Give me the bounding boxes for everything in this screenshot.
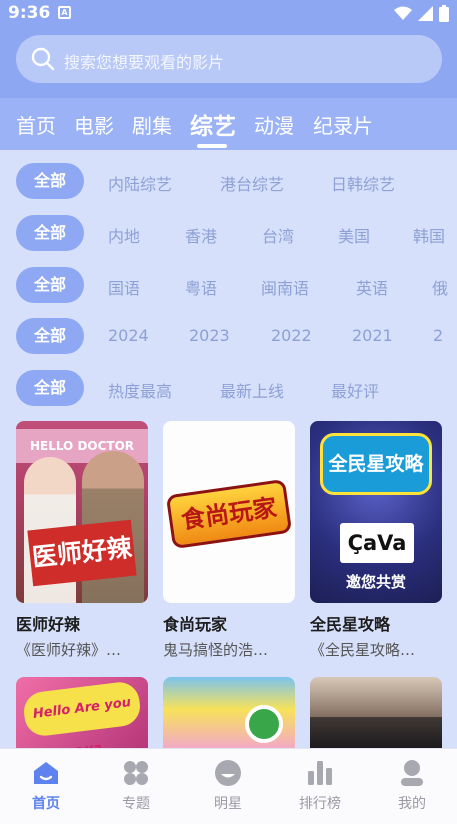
nav-item-topics[interactable]: 专题 bbox=[90, 749, 182, 824]
poster-title-art: 全民星攻略 bbox=[320, 433, 432, 495]
search-placeholder: 搜索您想要观看的影片 bbox=[64, 53, 225, 72]
signal-icon bbox=[418, 6, 433, 21]
nav-item-profile[interactable]: 我的 bbox=[366, 749, 457, 824]
show-poster[interactable]: HELLO DOCTOR 医师好辣 bbox=[16, 421, 148, 603]
status-icons bbox=[394, 5, 449, 22]
filter-option[interactable]: 闽南语 bbox=[261, 275, 309, 299]
filter-option[interactable]: 台湾 bbox=[262, 223, 294, 247]
status-time: 9:36 bbox=[8, 3, 51, 23]
poster-title-art: 食尚玩家 bbox=[165, 478, 293, 550]
show-poster[interactable]: Hello Are you OK? bbox=[16, 677, 148, 749]
filter-region-all[interactable]: 全部 bbox=[16, 215, 84, 251]
header: 搜索您想要观看的影片 bbox=[0, 26, 457, 98]
filter-option[interactable]: 2 bbox=[433, 326, 443, 345]
filter-option[interactable]: 港台综艺 bbox=[220, 171, 284, 195]
notification-icon: A bbox=[58, 6, 71, 19]
filter-year-all[interactable]: 全部 bbox=[16, 318, 84, 354]
nav-label: 我的 bbox=[398, 796, 426, 812]
filter-option[interactable]: 最新上线 bbox=[220, 378, 284, 402]
filter-option[interactable]: 2022 bbox=[271, 326, 312, 345]
show-poster[interactable]: 全民星攻略 ÇaVa 邀您共赏 bbox=[310, 421, 442, 603]
filter-option[interactable]: 英语 bbox=[356, 275, 388, 299]
filter-option[interactable]: 最好评 bbox=[331, 378, 379, 402]
tab-active-indicator bbox=[197, 144, 227, 148]
filter-option[interactable]: 2024 bbox=[108, 326, 149, 345]
show-poster[interactable] bbox=[310, 677, 442, 749]
nav-label: 明星 bbox=[214, 796, 242, 812]
poster-graphic bbox=[245, 705, 283, 743]
card-title: 食尚玩家 bbox=[163, 615, 228, 634]
star-face-icon bbox=[215, 760, 241, 786]
card-subtitle: 《医师好辣》… bbox=[16, 641, 122, 659]
filter-option[interactable]: 日韩综艺 bbox=[331, 171, 395, 195]
nav-label: 首页 bbox=[32, 796, 60, 812]
show-card[interactable]: HELLO DOCTOR 医师好辣 医师好辣 《医师好辣》… bbox=[16, 421, 148, 659]
poster-title-art: Hello Are you OK? bbox=[21, 680, 143, 749]
tab-variety[interactable]: 综艺 bbox=[190, 107, 236, 141]
home-icon bbox=[34, 762, 58, 784]
nav-item-home[interactable]: 首页 bbox=[0, 749, 92, 824]
filter-row-language: 全部 国语 粤语 闽南语 英语 俄 bbox=[0, 265, 457, 305]
show-card[interactable]: 全民星攻略 ÇaVa 邀您共赏 全民星攻略 《全民星攻略… bbox=[310, 421, 442, 659]
filter-option[interactable]: 2023 bbox=[189, 326, 230, 345]
bottom-nav: 首页 专题 明星 排行榜 我的 bbox=[0, 748, 457, 824]
filter-sort-all[interactable]: 全部 bbox=[16, 370, 84, 406]
filter-genre-all[interactable]: 全部 bbox=[16, 163, 84, 199]
filter-row-year: 全部 2024 2023 2022 2021 2 bbox=[0, 316, 457, 356]
show-card[interactable]: 食尚玩家 食尚玩家 鬼马搞怪的浩… bbox=[163, 421, 295, 659]
filter-option[interactable]: 2021 bbox=[352, 326, 393, 345]
card-title: 医师好辣 bbox=[16, 615, 81, 634]
filter-language-all[interactable]: 全部 bbox=[16, 267, 84, 303]
filter-row-region: 全部 内地 香港 台湾 美国 韩国 bbox=[0, 213, 457, 253]
user-icon bbox=[401, 760, 423, 786]
filter-option[interactable]: 粤语 bbox=[185, 275, 217, 299]
nav-item-rankings[interactable]: 排行榜 bbox=[274, 749, 366, 824]
filter-option[interactable]: 俄 bbox=[432, 275, 448, 299]
poster-graphic bbox=[310, 717, 442, 749]
bar-chart-icon bbox=[308, 761, 332, 785]
tab-series[interactable]: 剧集 bbox=[132, 110, 172, 139]
card-title: 全民星攻略 bbox=[310, 615, 391, 634]
grid-icon bbox=[124, 761, 148, 785]
filter-option[interactable]: 国语 bbox=[108, 275, 140, 299]
filter-option[interactable]: 内陆综艺 bbox=[108, 171, 172, 195]
status-bar: 9:36 A bbox=[0, 0, 457, 26]
filter-option[interactable]: 内地 bbox=[108, 223, 140, 247]
nav-label: 专题 bbox=[122, 796, 150, 812]
search-input[interactable]: 搜索您想要观看的影片 bbox=[16, 35, 442, 83]
nav-item-stars[interactable]: 明星 bbox=[182, 749, 274, 824]
category-tabs: 首页 电影 剧集 综艺 动漫 纪录片 bbox=[0, 98, 457, 150]
filter-option[interactable]: 香港 bbox=[185, 223, 217, 247]
filter-row-genre: 全部 内陆综艺 港台综艺 日韩综艺 bbox=[0, 161, 457, 201]
tab-home[interactable]: 首页 bbox=[16, 110, 56, 139]
search-icon bbox=[31, 47, 55, 71]
filter-option[interactable]: 韩国 bbox=[413, 223, 445, 247]
wifi-icon bbox=[394, 6, 412, 20]
card-subtitle: 鬼马搞怪的浩… bbox=[163, 641, 269, 659]
tab-documentary[interactable]: 纪录片 bbox=[313, 110, 373, 139]
filter-option[interactable]: 美国 bbox=[338, 223, 370, 247]
filter-row-sort: 全部 热度最高 最新上线 最好评 bbox=[0, 368, 457, 408]
show-poster[interactable]: 食尚玩家 bbox=[163, 421, 295, 603]
tab-movies[interactable]: 电影 bbox=[74, 110, 114, 139]
tab-anime[interactable]: 动漫 bbox=[254, 110, 294, 139]
show-poster[interactable] bbox=[163, 677, 295, 749]
battery-icon bbox=[439, 5, 449, 22]
poster-footer: 邀您共赏 bbox=[345, 573, 406, 591]
poster-title-art: 医师好辣 bbox=[27, 519, 137, 587]
card-subtitle: 《全民星攻略… bbox=[310, 641, 416, 659]
nav-label: 排行榜 bbox=[299, 796, 341, 812]
filter-option[interactable]: 热度最高 bbox=[108, 378, 172, 402]
poster-badge: ÇaVa bbox=[340, 523, 414, 563]
